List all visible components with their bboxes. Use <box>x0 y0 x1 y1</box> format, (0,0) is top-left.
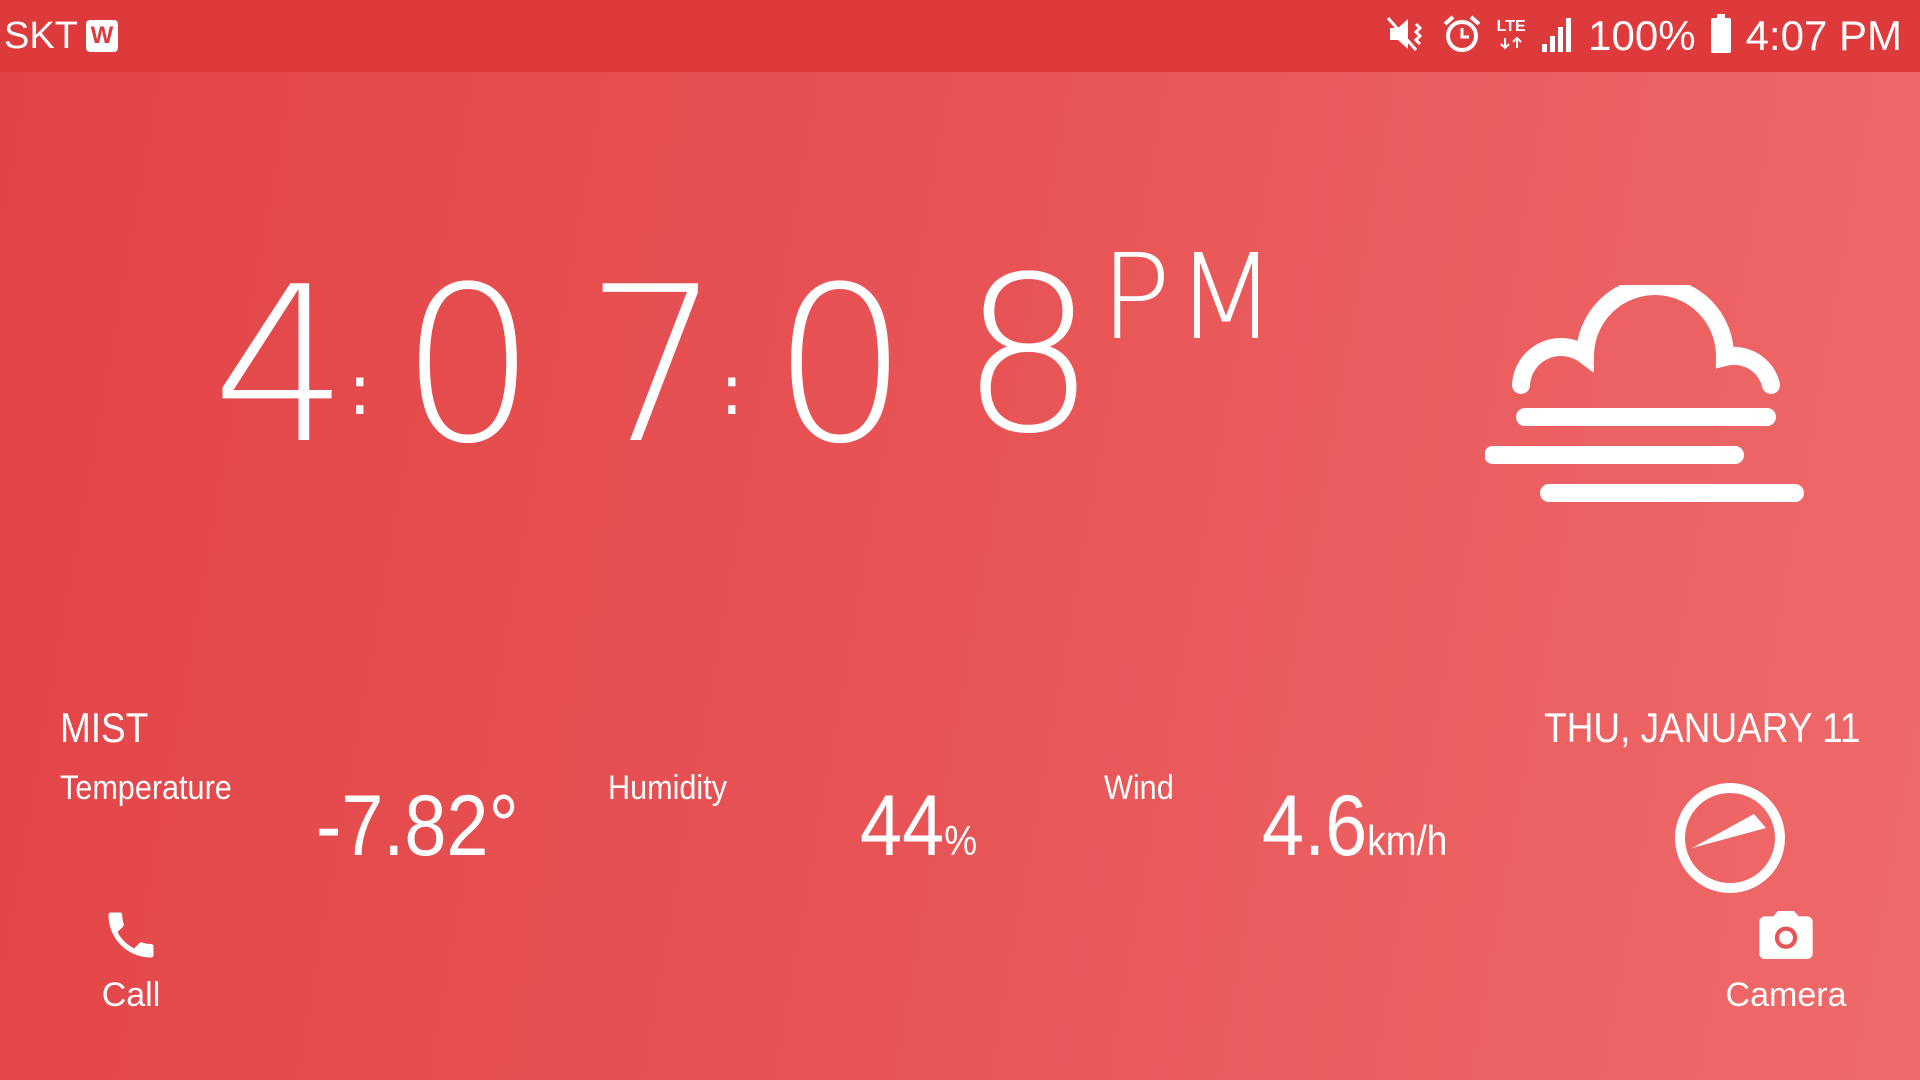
clock-minute-ones: 7 <box>585 240 722 491</box>
mist-icon <box>1484 277 1805 510</box>
status-time: 4:07 PM <box>1745 12 1902 59</box>
temperature-label: Temperature <box>60 769 232 807</box>
date-label: THU, JANUARY 11 <box>1543 704 1860 751</box>
wind-unit: km/h <box>1367 817 1448 864</box>
camera-icon <box>1716 905 1856 975</box>
status-icons: LTE 100% 4:07 PM <box>1386 10 1902 62</box>
wind-compass-icon <box>1672 780 1788 896</box>
humidity-unit: % <box>944 817 978 864</box>
camera-label: Camera <box>1725 976 1847 1014</box>
humidity-value-group: 44% <box>860 778 977 889</box>
carrier-name: SKT <box>4 15 78 57</box>
call-shortcut[interactable]: Call <box>86 905 176 1015</box>
clock-minute-tens: 0 <box>400 240 537 491</box>
wind-label: Wind <box>1104 769 1174 807</box>
call-label: Call <box>101 976 161 1014</box>
lte-icon: LTE <box>1496 18 1526 55</box>
humidity-value: 44 <box>860 778 945 874</box>
battery-percent: 100% <box>1588 12 1696 59</box>
weather-condition: MIST <box>60 704 149 751</box>
wind-value-group: 4.6km/h <box>1262 778 1447 889</box>
vibrate-mute-icon <box>1386 14 1428 59</box>
signal-icon <box>1540 16 1574 57</box>
battery-icon <box>1710 13 1732 59</box>
clock-colon: : <box>348 349 372 431</box>
clock-colon: : <box>720 349 744 431</box>
clock-second-tens: 0 <box>772 240 909 491</box>
clock-ampm: PM <box>1100 228 1281 366</box>
humidity-label: Humidity <box>608 769 728 807</box>
lte-label: LTE <box>1496 17 1526 35</box>
status-bar: SKT W LTE 100% 4:07 PM <box>0 0 1920 72</box>
camera-shortcut[interactable]: Camera <box>1716 905 1856 1015</box>
clock-hour: 4 <box>212 240 349 491</box>
notification-w-badge: W <box>86 20 118 52</box>
temperature-value: -7.82° <box>316 778 519 874</box>
alarm-icon <box>1442 14 1482 59</box>
clock-second-ones: 8 <box>960 230 1097 481</box>
phone-icon <box>86 905 176 975</box>
wind-value: 4.6 <box>1262 778 1368 874</box>
